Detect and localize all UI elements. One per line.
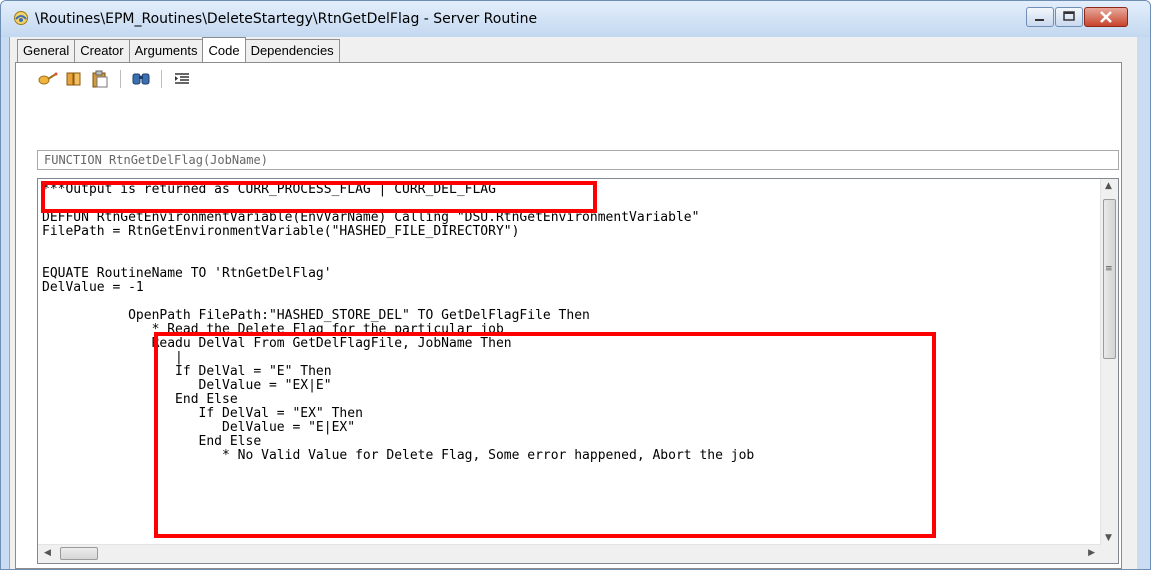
code-line: EQUATE RoutineName TO 'RtnGetDelFlag' [42,266,332,281]
clipboard-icon[interactable] [89,69,111,89]
book-icon[interactable] [63,69,85,89]
scroll-right-arrow-icon[interactable]: ▶ [1088,548,1095,558]
toolbar-separator [161,70,162,88]
tab-strip: General Creator Arguments Code Dependenc… [17,37,340,62]
code-line: DelValue = -1 [42,280,144,295]
horizontal-scroll-thumb[interactable] [60,547,98,560]
close-button[interactable] [1084,7,1128,27]
code-toolbar [37,68,193,90]
code-line: DEFFUN RtnGetEnvironmentVariable(EnvVarN… [42,210,700,225]
annotation-highlight-box [41,181,597,213]
scroll-left-arrow-icon[interactable]: ◀ [44,548,51,558]
tab-general-label: General [23,43,70,58]
tab-dependencies[interactable]: Dependencies [244,39,340,62]
tab-arguments[interactable]: Arguments [128,39,204,62]
datastage-app-icon [13,10,29,26]
tab-dependencies-label: Dependencies [250,43,334,58]
window-title: \Routines\EPM_Routines\DeleteStartegy\Rt… [35,11,538,27]
find-icon[interactable] [130,69,152,89]
code-line: OpenPath FilePath:"HASHED_STORE_DEL" TO … [42,308,590,323]
grip-icon: ≡ [1105,264,1113,274]
title-bar[interactable]: \Routines\EPM_Routines\DeleteStartegy\Rt… [1,1,1150,37]
code-line: FilePath = RtnGetEnvironmentVariable("HA… [42,224,520,239]
tab-code[interactable]: Code [202,37,246,62]
toolbar-separator [120,70,121,88]
horizontal-scrollbar[interactable]: ◀ ▶ [38,544,1101,563]
vertical-scrollbar[interactable]: ▲ ≡ ▼ [1100,179,1118,545]
tab-general[interactable]: General [17,39,76,62]
insert-icon[interactable] [37,69,59,89]
scroll-down-arrow-icon[interactable]: ▼ [1105,533,1112,543]
function-signature-field[interactable]: FUNCTION RtnGetDelFlag(JobName) [37,150,1119,170]
minimize-button[interactable] [1026,7,1054,27]
scrollbar-corner [1101,545,1118,563]
format-icon[interactable] [171,69,193,89]
annotation-highlight-box [154,332,936,538]
server-routine-window: \Routines\EPM_Routines\DeleteStartegy\Rt… [0,0,1151,570]
tab-code-label: Code [208,43,240,58]
tab-arguments-label: Arguments [134,43,198,58]
maximize-button[interactable] [1055,7,1083,27]
scroll-up-arrow-icon[interactable]: ▲ [1105,181,1112,191]
tab-creator-label: Creator [80,43,124,58]
tab-creator[interactable]: Creator [74,39,130,62]
vertical-scroll-thumb[interactable] [1103,199,1116,359]
window-frame-right [1137,37,1150,569]
